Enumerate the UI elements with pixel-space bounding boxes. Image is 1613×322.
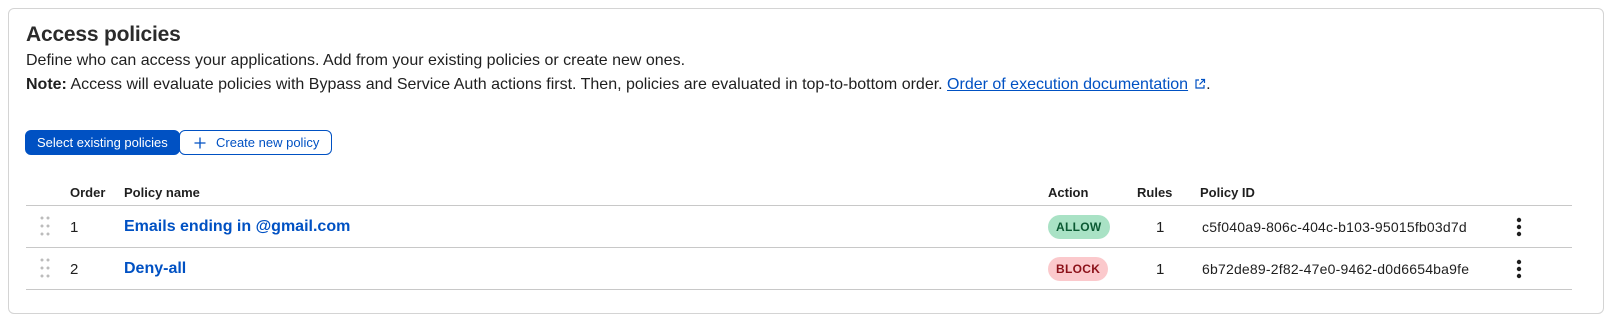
table-row[interactable]: 2 Deny-all BLOCK 1 6b72de89-2f82-47e0-94… [26, 248, 1572, 290]
access-policies-card: Access policies Define who can access yo… [8, 8, 1604, 314]
row-order: 2 [70, 261, 79, 278]
external-link-icon [1195, 78, 1206, 89]
column-header-policy-name: Policy name [124, 185, 200, 200]
section-description: Define who can access your applications.… [26, 52, 686, 69]
note-text: Access will evaluate policies with Bypas… [66, 76, 948, 93]
column-header-action: Action [1048, 185, 1089, 200]
table-bottom-divider [26, 289, 1572, 290]
policy-name-link[interactable]: Emails ending in @gmail.com [124, 218, 350, 236]
row-rules-count: 1 [1156, 261, 1165, 278]
kebab-menu-icon[interactable] [1510, 258, 1528, 280]
row-policy-id: c5f040a9-806c-404c-b103-95015fb03d7d [1202, 219, 1467, 235]
create-new-policy-button[interactable]: Create new policy [179, 130, 333, 155]
drag-handle-icon[interactable] [40, 216, 50, 236]
note-end: . [1206, 76, 1211, 93]
note-label: Note: [26, 76, 67, 93]
execution-order-doc-link[interactable]: Order of execution documentation [947, 76, 1206, 93]
create-new-policy-label: Create new policy [216, 135, 320, 150]
action-badge-block: BLOCK [1048, 257, 1109, 281]
drag-handle-icon[interactable] [40, 258, 50, 278]
column-header-policy-id: Policy ID [1200, 185, 1255, 200]
section-note: Note: Access will evaluate policies with… [26, 76, 1211, 94]
column-header-order: Order [70, 185, 106, 200]
action-badge-allow: ALLOW [1048, 215, 1110, 239]
row-rules-count: 1 [1156, 219, 1165, 236]
column-header-rules: Rules [1137, 185, 1173, 200]
kebab-menu-icon[interactable] [1510, 216, 1528, 238]
doc-link-label: Order of execution documentation [947, 76, 1189, 93]
plus-icon [194, 137, 206, 148]
section-title: Access policies [26, 23, 181, 46]
row-order: 1 [70, 219, 79, 236]
select-existing-policies-button[interactable]: Select existing policies [25, 130, 180, 155]
table-row[interactable]: 1 Emails ending in @gmail.com ALLOW 1 c5… [26, 206, 1572, 248]
row-policy-id: 6b72de89-2f82-47e0-9462-d0d6654ba9fe [1202, 261, 1470, 277]
policy-name-link[interactable]: Deny-all [124, 260, 186, 278]
